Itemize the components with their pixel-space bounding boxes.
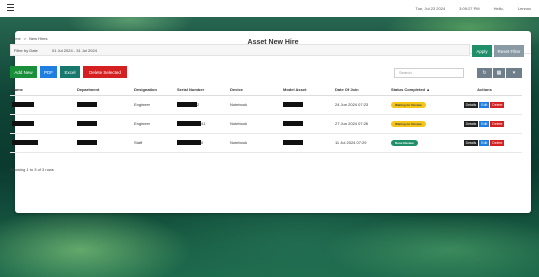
col-device[interactable]: Device [228,85,281,96]
date-cell: 11 Jul 2024 07:29 [333,133,389,153]
action-toolbar: Add New PDF Excel Delete Selected [10,66,127,78]
edit-button[interactable]: Edit [479,139,490,146]
new-hire-table: Name Department Designation Serial Numbe… [10,85,522,153]
redacted-name [12,140,38,146]
breadcrumb-current: New Hires [29,36,48,41]
redacted-serial [177,140,201,146]
date-cell: 27 Jun 2024 07:26 [333,114,389,134]
date-range-input[interactable]: 01 Jul 2024 - 31 Jul 2024 [52,48,97,53]
redacted-department [77,102,97,108]
serial-suffix: 2 [197,101,200,107]
date-text: Tue, Jul 23 2024 [415,6,446,11]
top-bar: Tue, Jul 23 2024 3:09:27 PM Hello, Lenno… [0,0,539,17]
designation-cell: Engineer [132,95,175,115]
refresh-icon[interactable]: ↻ [477,68,492,78]
delete-button[interactable]: Delete [490,120,505,127]
table-row[interactable]: Engineer 2 Notebook 24 Jun 2024 07:23 Wa… [10,95,522,115]
serial-suffix: 41 [201,120,206,126]
details-button[interactable]: Details [463,139,479,146]
col-name[interactable]: Name [10,85,75,96]
delete-button[interactable]: Delete [490,139,505,146]
delete-button[interactable]: Delete [490,101,505,108]
reset-filter-button[interactable]: Reset Filter [494,45,524,57]
user-name[interactable]: Lennox [518,6,531,11]
serial-suffix: 0 [201,139,204,145]
excel-export-button[interactable]: Excel [60,66,80,78]
pagination-info: Showing 1 to 3 of 3 rows [10,167,54,172]
col-serial-number[interactable]: Serial Number [175,85,228,96]
redacted-model [283,140,303,146]
redacted-department [77,121,97,127]
col-department[interactable]: Department [75,85,132,96]
delete-selected-button[interactable]: Delete Selected [83,66,127,78]
status-badge: Waiting for Review [391,101,426,108]
redacted-name [12,102,34,108]
pdf-export-button[interactable]: PDF [40,66,57,78]
breadcrumb-separator: > [23,36,27,41]
add-new-button[interactable]: Add New [10,66,37,78]
hamburger-menu-icon[interactable] [7,4,14,11]
redacted-department [77,140,97,146]
table-row[interactable]: Engineer 41 Notebook 27 Jun 2024 07:26 W… [10,114,522,134]
col-status-completed[interactable]: Status Completed ▲ [389,85,445,96]
redacted-serial [177,121,201,127]
col-date-of-join[interactable]: Date Of Join [333,85,389,96]
redacted-serial [177,102,197,108]
designation-cell: Staff [132,133,175,153]
search-input[interactable]: Search [394,68,464,78]
breadcrumb-home[interactable]: Home [10,36,21,41]
edit-button[interactable]: Edit [479,120,490,127]
table-header-row: Name Department Designation Serial Numbe… [10,85,522,96]
apply-button[interactable]: Apply [472,45,492,57]
greeting-text: Hello, [493,6,504,11]
time-text: 3:09:27 PM [459,6,480,11]
breadcrumb: Home > New Hires [10,36,47,41]
device-cell: Notebook [228,133,281,153]
details-button[interactable]: Details [463,120,479,127]
redacted-name [12,121,34,127]
redacted-model [283,102,303,108]
columns-toggle-icon[interactable]: ▦ [493,68,505,78]
details-button[interactable]: Details [463,101,479,108]
designation-cell: Engineer [132,114,175,134]
status-badge: Done Review [391,139,418,146]
device-cell: Notebook [228,114,281,134]
col-model-asset[interactable]: Model Asset [281,85,333,96]
date-cell: 24 Jun 2024 07:23 [333,95,389,115]
col-designation[interactable]: Designation [132,85,175,96]
filter-label: Filter by Date [14,48,38,53]
edit-button[interactable]: Edit [479,101,490,108]
redacted-model [283,121,303,127]
status-badge: Waiting for Review [391,120,426,127]
device-cell: Notebook [228,95,281,115]
col-actions: Actions [445,85,522,96]
export-dropdown-icon[interactable]: ▾ [506,68,522,78]
table-row[interactable]: Staff 0 Notebook 11 Jul 2024 07:29 Done … [10,133,522,153]
